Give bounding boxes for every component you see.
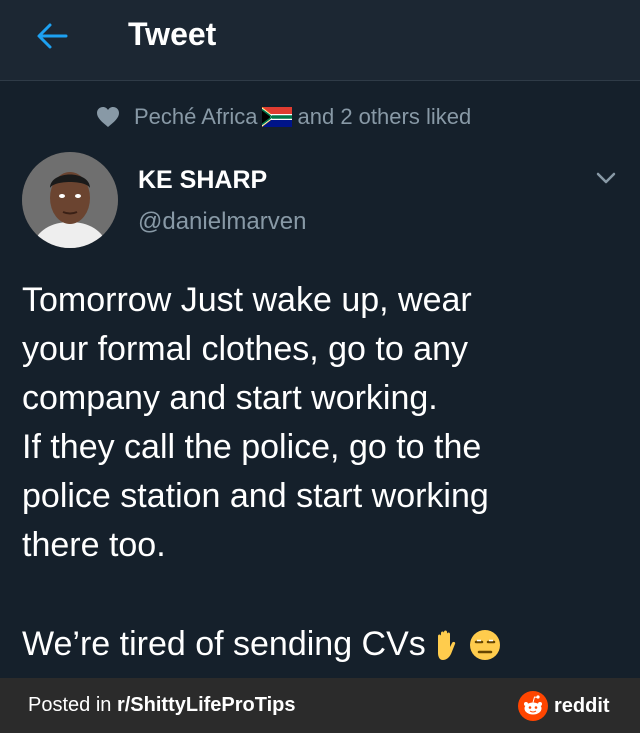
reddit-footer: Posted in r/ShittyLifeProTips reddit: [0, 678, 640, 733]
chevron-down-icon[interactable]: [594, 168, 618, 188]
tweet-text: Tomorrow Just wake up, wear your formal …: [22, 281, 489, 564]
top-bar: Tweet: [0, 0, 640, 81]
posted-in-prefix: Posted in: [28, 694, 117, 716]
subreddit-link[interactable]: r/ShittyLifeProTips: [117, 694, 296, 716]
avatar[interactable]: [22, 152, 118, 248]
liked-suffix: and 2 others liked: [297, 104, 472, 129]
back-button[interactable]: [30, 18, 74, 54]
reddit-alien-icon: [518, 691, 548, 721]
tweet-last-line: We’re tired of sending CVs: [22, 620, 502, 669]
reddit-brand[interactable]: reddit: [518, 691, 610, 721]
tweet-last-line-text: We’re tired of sending CVs: [22, 625, 426, 663]
south-africa-flag-icon: [261, 107, 292, 127]
heart-icon: [97, 107, 119, 127]
social-context: Peché Africa and 2 others liked: [96, 104, 471, 130]
unamused-face-emoji: [469, 629, 500, 660]
page-title: Tweet: [128, 16, 217, 52]
reddit-wordmark: reddit: [554, 694, 610, 717]
posted-in: Posted in r/ShittyLifeProTips: [28, 694, 296, 717]
liker-name[interactable]: Peché Africa: [134, 104, 258, 130]
arrow-left-icon: [37, 23, 68, 49]
raised-hand-emoji: [437, 630, 455, 660]
author-name[interactable]: KE SHARP: [138, 166, 267, 195]
author-handle[interactable]: @danielmarven: [138, 208, 306, 236]
